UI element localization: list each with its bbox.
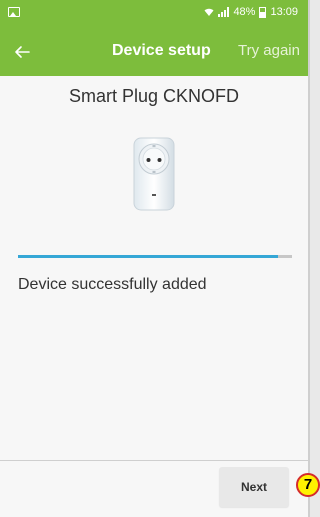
smart-plug-icon <box>133 137 175 211</box>
status-indicators: 48% 13:09 <box>204 6 298 18</box>
progress-fill <box>18 255 279 258</box>
wifi-icon <box>204 7 214 17</box>
try-again-button[interactable]: Try again <box>238 42 300 59</box>
app-bar: Device setup Try again <box>0 28 308 76</box>
gallery-notification-icon <box>8 7 20 17</box>
next-button[interactable]: Next <box>219 467 289 507</box>
step-badge: 7 <box>296 473 320 497</box>
footer-divider <box>0 460 308 461</box>
status-time: 13:09 <box>270 6 298 18</box>
progress-bar <box>18 255 292 258</box>
back-button[interactable] <box>8 38 36 66</box>
page-title: Device setup <box>112 42 211 59</box>
app-frame: 48% 13:09 Device setup Try again Smart P… <box>0 0 310 517</box>
status-bar: 48% 13:09 <box>0 0 308 28</box>
status-message: Device successfully added <box>18 276 207 293</box>
signal-icon <box>218 7 230 17</box>
arrow-left-icon <box>15 46 30 58</box>
screen-edge <box>310 0 320 517</box>
device-name: Smart Plug CKNOFD <box>68 86 240 106</box>
battery-icon <box>259 6 267 18</box>
battery-percent: 48% <box>233 6 256 18</box>
